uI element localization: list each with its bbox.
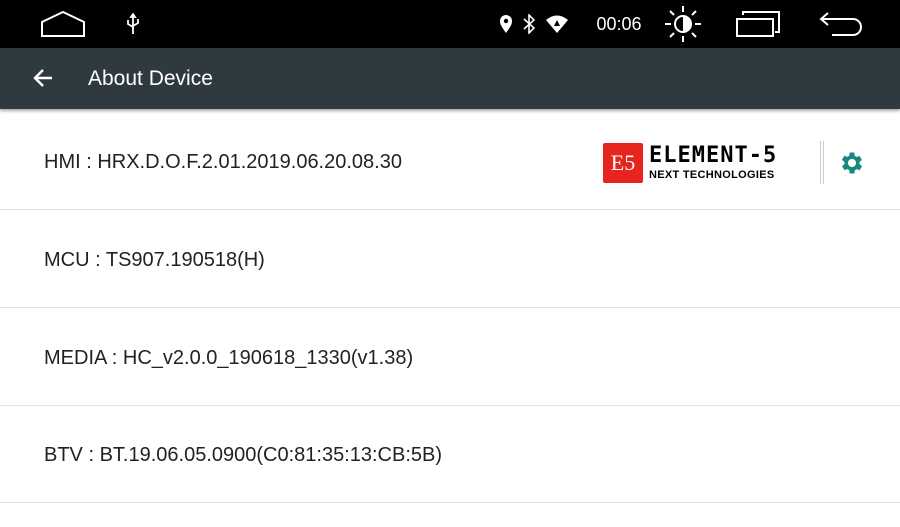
recent-apps-icon[interactable] <box>734 0 784 48</box>
usb-icon <box>122 0 144 48</box>
back-icon[interactable] <box>816 0 864 48</box>
status-bar: 00:06 <box>0 0 900 48</box>
wifi-icon <box>544 0 570 48</box>
info-row-media: MEDIA : HC_v2.0.0_190618_1330(v1.38) <box>0 309 900 406</box>
gear-icon[interactable] <box>838 149 866 177</box>
back-arrow-icon[interactable] <box>30 64 58 92</box>
info-row-btv: BTV : BT.19.06.05.0900(C0:81:35:13:CB:5B… <box>0 406 900 503</box>
divider <box>820 141 824 184</box>
bluetooth-icon <box>520 0 538 48</box>
hmi-version: HMI : HRX.D.O.F.2.01.2019.06.20.08.30 <box>44 151 402 173</box>
home-icon[interactable] <box>38 0 88 48</box>
btv-version: BTV : BT.19.06.05.0900(C0:81:35:13:CB:5B… <box>44 444 443 466</box>
clock: 00:06 <box>596 13 642 34</box>
logo-name: ELEMENT-5 <box>649 143 778 168</box>
logo-badge: E5 <box>603 143 643 183</box>
page-title: About Device <box>88 67 213 90</box>
info-row-mcu: MCU : TS907.190518(H) <box>0 211 900 308</box>
media-version: MEDIA : HC_v2.0.0_190618_1330(v1.38) <box>44 347 414 369</box>
location-icon <box>496 0 516 48</box>
mcu-version: MCU : TS907.190518(H) <box>44 249 265 271</box>
element5-logo: E5 ELEMENT-5 NEXT TECHNOLOGIES <box>603 143 777 183</box>
logo-tagline: NEXT TECHNOLOGIES <box>649 169 775 181</box>
brightness-icon[interactable] <box>662 0 704 48</box>
app-toolbar: About Device <box>0 48 900 109</box>
